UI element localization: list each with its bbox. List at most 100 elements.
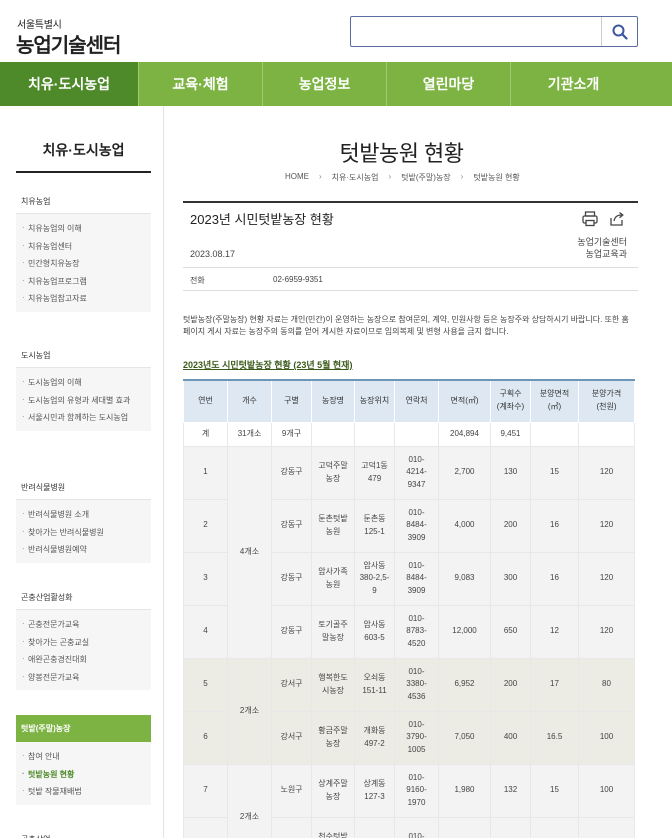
sidebar-head-active[interactable]: 텃밭(주말)농장 [16,715,151,742]
table-cell: 200 [490,498,531,553]
sidebar-item[interactable]: 양봉전문가교육 [16,669,151,687]
table-cell: 132 [490,763,531,818]
sidebar-item[interactable]: 텃밭 작물재배법 [16,783,151,801]
sidebar-item[interactable]: 곤충전문가교육 [16,616,151,634]
post-date: 2023.08.17 [190,249,236,259]
table-cell: 650 [490,604,531,659]
divider [183,267,638,268]
sidebar-item[interactable]: 도시농업의 유형과 세대별 효과 [16,392,151,410]
nav-about[interactable]: 기관소개 [511,62,636,106]
nav-farming-info[interactable]: 농업정보 [263,62,387,106]
sidebar-item[interactable]: 애완곤충경진대회 [16,651,151,669]
breadcrumb-item[interactable]: 텃밭(주말)농장 [401,172,451,183]
table-cell: 16 [530,551,579,606]
table-cell: 010- 3380- 4536 [394,657,439,712]
table-cell: 황금주말 농장 [311,710,355,765]
sidebar-item[interactable]: 치유농업의 이해 [16,220,151,238]
table-cell: 둔촌동 125-1 [354,498,395,553]
nav-healing-urban-farming[interactable]: 치유·도시농업 [0,62,139,106]
search-input[interactable] [350,16,638,47]
sidebar-item[interactable]: 도시농업의 이해 [16,374,151,392]
sidebar-item[interactable]: 서울시민과 함께하는 도시농업 [16,409,151,427]
sidebar-list: 참여 안내 텃밭농원 현황 텃밭 작물재배법 [16,742,151,805]
sidebar-item-active[interactable]: 텃밭농원 현황 [16,766,151,784]
sidebar-title: 치유·도시농업 [42,142,125,158]
sidebar-item[interactable]: 찾아가는 곤충교실 [16,634,151,652]
table-cell: 204,894 [438,421,491,447]
breadcrumb-item[interactable]: HOME [285,172,309,183]
chevron-right-icon: › [460,172,464,181]
sidebar-item[interactable]: 반려식물병원 소개 [16,506,151,524]
table-cell: 5 [183,657,228,712]
sidebar-list: 치유농업의 이해 치유농업센터 민간형치유농장 치유농업프로그램 치유농업참고자… [16,214,151,312]
table-cell: 중계로8 [354,816,395,838]
table-cell: 16.5 [530,710,579,765]
share-icon [610,211,624,226]
search-button[interactable] [601,17,637,46]
table-cell: 암사가족 농원 [311,551,355,606]
table-cell: 14 [530,816,579,838]
breadcrumb-item[interactable]: 텃밭농원 현황 [473,172,519,183]
table-cell: 16 [530,498,579,553]
chevron-right-icon: › [388,172,392,181]
sidebar-item[interactable]: 찾아가는 반려식물병원 [16,524,151,542]
sidebar-item[interactable]: 민간형치유농장 [16,255,151,273]
sidebar-head[interactable]: 곤충산업활성화 [16,588,151,610]
table-cell: 강동구 [271,551,312,606]
sidebar-list: 곤충전문가교육 찾아가는 곤충교실 애완곤충경진대회 양봉전문가교육 [16,610,151,691]
main-nav: 치유·도시농업 교육·체험 농업정보 열린마당 기관소개 [0,62,672,106]
share-button[interactable] [608,210,626,228]
table-cell [354,421,395,447]
table-cell: 010- 8783- 4520 [394,604,439,659]
table-cell [578,421,635,447]
table-cell: 300 [490,551,531,606]
tel-label: 전화 [190,276,205,285]
table-cell: 8,300 [438,816,491,838]
divider [183,290,638,291]
farm-status-table: 연번 개수 구별 농장명 농장위치 연락처 면적(㎡) 구획수 (계좌수) 분양면적 (㎡) 분양가격… [183,379,635,838]
sidebar-item[interactable]: 치유농업프로그램 [16,273,151,291]
table-cell: 400 [490,710,531,765]
print-button[interactable] [581,210,599,228]
table-cell: 암사동 603-5 [354,604,395,659]
table-cell: 강서구 [271,710,312,765]
table-cell [311,421,355,447]
nav-open-forum[interactable]: 열린마당 [387,62,511,106]
sidebar-item[interactable]: 치유농업참고자료 [16,290,151,308]
sidebar-item[interactable]: 치유농업센터 [16,238,151,256]
table-cell: 토기골주 말농장 [311,604,355,659]
table-cell: 9,083 [438,551,491,606]
sidebar-head[interactable]: 치유농업 [16,192,151,214]
table-cell: 120 [578,445,635,500]
table-cell: 6,952 [438,657,491,712]
sidebar-item[interactable]: 반려식물병원예약 [16,541,151,559]
post-author: 농업기술센터 농업교육과 [577,236,627,260]
table-cell: 노원구 [271,763,312,818]
table-cell: 강서구 [271,657,312,712]
sidebar-list: 도시농업의 이해 도시농업의 유형과 세대별 효과 서울시민과 함께하는 도시농… [16,368,151,431]
description-text: 텃밭농장(주말농장) 현황 자료는 개인(민간)이 운영하는 농장으로 참여문의… [183,315,629,337]
sidebar-head[interactable]: 곤충산업 [16,830,151,838]
table-caption: 2023년도 시민텃밭농장 현황 (23년 5월 현재) [183,360,353,370]
nav-education[interactable]: 교육·체험 [139,62,263,106]
table-cell: 9,451 [490,421,531,447]
logo-title[interactable]: 농업기술센터 [16,29,121,58]
table-cell: 15 [530,445,579,500]
column-header: 연번 [183,379,228,423]
author-dept: 농업교육과 [585,249,627,260]
table-cell: 7,050 [438,710,491,765]
table-cell: 010- 8484- 3909 [394,551,439,606]
sidebar-item[interactable]: 참여 안내 [16,748,151,766]
table-cell: 8 [183,816,228,838]
table-cell: 15 [530,763,579,818]
table-cell: 010- 8484- 3909 [394,498,439,553]
breadcrumb-item[interactable]: 치유·도시농업 [332,172,379,183]
table-cell: 12 [530,604,579,659]
table-cell: 계 [183,421,228,447]
table-cell: 행복한도 시농장 [311,657,355,712]
sidebar-head[interactable]: 도시농업 [16,346,151,368]
column-header: 연락처 [394,379,439,423]
sidebar-head[interactable]: 반려식물병원 [16,478,151,500]
sidebar-section-urban: 도시농업 도시농업의 이해 도시농업의 유형과 세대별 효과 서울시민과 함께하… [16,346,151,431]
group-count-cell: 2개소 [227,657,272,765]
